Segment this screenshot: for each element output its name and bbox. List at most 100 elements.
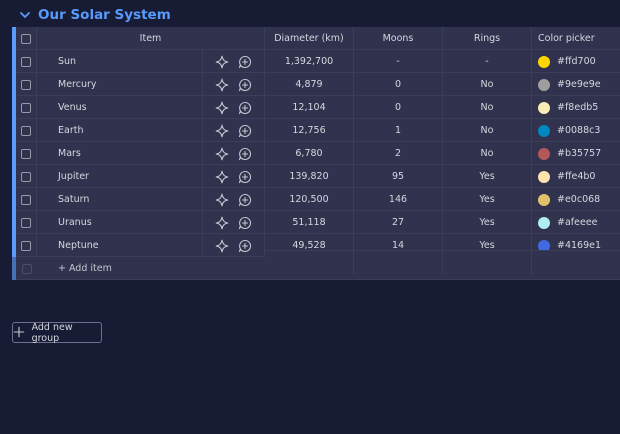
diameter-cell[interactable]: 1,392,700 bbox=[265, 50, 354, 73]
row-checkbox[interactable] bbox=[21, 125, 31, 136]
column-header-rings[interactable]: Rings bbox=[443, 27, 532, 50]
item-name-cell[interactable]: Mercury bbox=[37, 73, 203, 96]
row-checkbox[interactable] bbox=[21, 56, 31, 67]
add-update-icon[interactable] bbox=[238, 216, 252, 230]
color-picker-cell[interactable]: #9e9e9e bbox=[532, 73, 620, 96]
color-hex: #0088c3 bbox=[557, 125, 601, 136]
add-update-icon[interactable] bbox=[238, 78, 252, 92]
item-name-cell[interactable]: Jupiter bbox=[37, 165, 203, 188]
summary-row bbox=[265, 250, 620, 274]
group-title[interactable]: Our Solar System bbox=[38, 7, 171, 23]
item-name-cell[interactable]: Venus bbox=[37, 96, 203, 119]
color-picker-cell[interactable]: #ffd700 bbox=[532, 50, 620, 73]
sparkle-icon[interactable] bbox=[215, 239, 229, 253]
color-swatch[interactable] bbox=[538, 55, 550, 68]
sparkle-icon[interactable] bbox=[215, 193, 229, 207]
color-picker-cell[interactable]: #0088c3 bbox=[532, 119, 620, 142]
color-picker-cell[interactable]: #f8edb5 bbox=[532, 96, 620, 119]
rings-cell[interactable]: - bbox=[443, 50, 532, 73]
add-new-group-button[interactable]: Add new group bbox=[12, 322, 102, 344]
color-swatch[interactable] bbox=[538, 124, 550, 137]
table-row[interactable]: Sun 1,392,700 - - #ffd700 bbox=[12, 50, 620, 73]
color-hex: #f8edb5 bbox=[557, 102, 599, 113]
rings-cell[interactable]: Yes bbox=[443, 211, 532, 234]
add-update-icon[interactable] bbox=[238, 101, 252, 115]
color-picker-cell[interactable]: #ffe4b0 bbox=[532, 165, 620, 188]
row-checkbox[interactable] bbox=[21, 102, 31, 113]
add-update-icon[interactable] bbox=[238, 193, 252, 207]
item-name-cell[interactable]: Mars bbox=[37, 142, 203, 165]
moons-cell[interactable]: - bbox=[354, 50, 443, 73]
moons-cell[interactable]: 0 bbox=[354, 96, 443, 119]
diameter-cell[interactable]: 120,500 bbox=[265, 188, 354, 211]
color-picker-cell[interactable]: #afeeee bbox=[532, 211, 620, 234]
row-checkbox[interactable] bbox=[21, 171, 31, 182]
select-all-checkbox[interactable] bbox=[21, 33, 31, 44]
table-row[interactable]: Mercury 4,879 0 No #9e9e9e bbox=[12, 73, 620, 96]
table-row[interactable]: Saturn 120,500 146 Yes #e0c068 bbox=[12, 188, 620, 211]
diameter-cell[interactable]: 6,780 bbox=[265, 142, 354, 165]
sparkle-icon[interactable] bbox=[215, 147, 229, 161]
item-name-cell[interactable]: Saturn bbox=[37, 188, 203, 211]
column-header-moons[interactable]: Moons bbox=[354, 27, 443, 50]
add-update-icon[interactable] bbox=[238, 147, 252, 161]
table-row[interactable]: Uranus 51,118 27 Yes #afeeee bbox=[12, 211, 620, 234]
rings-cell[interactable]: No bbox=[443, 142, 532, 165]
row-checkbox[interactable] bbox=[21, 194, 31, 205]
column-header-diameter[interactable]: Diameter (km) bbox=[265, 27, 354, 50]
add-update-icon[interactable] bbox=[238, 55, 252, 69]
sparkle-icon[interactable] bbox=[215, 55, 229, 69]
rings-cell[interactable]: Yes bbox=[443, 188, 532, 211]
add-update-icon[interactable] bbox=[238, 170, 252, 184]
item-name-cell[interactable]: Neptune bbox=[37, 234, 203, 257]
moons-cell[interactable]: 0 bbox=[354, 73, 443, 96]
sparkle-icon[interactable] bbox=[215, 216, 229, 230]
moons-cell[interactable]: 95 bbox=[354, 165, 443, 188]
add-update-icon[interactable] bbox=[238, 239, 252, 253]
sparkle-icon[interactable] bbox=[215, 124, 229, 138]
diameter-cell[interactable]: 4,879 bbox=[265, 73, 354, 96]
diameter-cell[interactable]: 51,118 bbox=[265, 211, 354, 234]
sparkle-icon[interactable] bbox=[215, 101, 229, 115]
item-name: Earth bbox=[58, 125, 84, 136]
diameter-cell[interactable]: 12,756 bbox=[265, 119, 354, 142]
row-checkbox[interactable] bbox=[21, 217, 31, 228]
item-name-cell[interactable]: Sun bbox=[37, 50, 203, 73]
item-actions-cell bbox=[203, 73, 265, 96]
rings-cell[interactable]: No bbox=[443, 119, 532, 142]
table-row[interactable]: Jupiter 139,820 95 Yes #ffe4b0 bbox=[12, 165, 620, 188]
item-name-cell[interactable]: Uranus bbox=[37, 211, 203, 234]
item-name-cell[interactable]: Earth bbox=[37, 119, 203, 142]
moons-cell[interactable]: 2 bbox=[354, 142, 443, 165]
table-row[interactable]: Earth 12,756 1 No #0088c3 bbox=[12, 119, 620, 142]
row-check-cell bbox=[16, 234, 37, 257]
moons-cell[interactable]: 1 bbox=[354, 119, 443, 142]
color-swatch[interactable] bbox=[538, 147, 550, 160]
color-swatch[interactable] bbox=[538, 78, 550, 91]
table-row[interactable]: Venus 12,104 0 No #f8edb5 bbox=[12, 96, 620, 119]
add-update-icon[interactable] bbox=[238, 124, 252, 138]
moons-cell[interactable]: 27 bbox=[354, 211, 443, 234]
diameter-cell[interactable]: 139,820 bbox=[265, 165, 354, 188]
column-header-color[interactable]: Color picker bbox=[532, 27, 620, 50]
row-checkbox[interactable] bbox=[21, 148, 31, 159]
column-header-item[interactable]: Item bbox=[37, 27, 265, 50]
row-checkbox[interactable] bbox=[21, 79, 31, 90]
color-picker-cell[interactable]: #b35757 bbox=[532, 142, 620, 165]
rings-cell[interactable]: No bbox=[443, 96, 532, 119]
chevron-down-icon[interactable] bbox=[18, 8, 32, 22]
color-picker-cell[interactable]: #e0c068 bbox=[532, 188, 620, 211]
color-swatch[interactable] bbox=[538, 170, 550, 183]
add-item-label: + Add item bbox=[58, 263, 112, 274]
moons-cell[interactable]: 146 bbox=[354, 188, 443, 211]
color-swatch[interactable] bbox=[538, 216, 550, 229]
sparkle-icon[interactable] bbox=[215, 170, 229, 184]
row-checkbox[interactable] bbox=[21, 240, 31, 251]
diameter-cell[interactable]: 12,104 bbox=[265, 96, 354, 119]
color-swatch[interactable] bbox=[538, 193, 550, 206]
color-swatch[interactable] bbox=[538, 101, 550, 114]
sparkle-icon[interactable] bbox=[215, 78, 229, 92]
table-row[interactable]: Mars 6,780 2 No #b35757 bbox=[12, 142, 620, 165]
rings-cell[interactable]: Yes bbox=[443, 165, 532, 188]
rings-cell[interactable]: No bbox=[443, 73, 532, 96]
